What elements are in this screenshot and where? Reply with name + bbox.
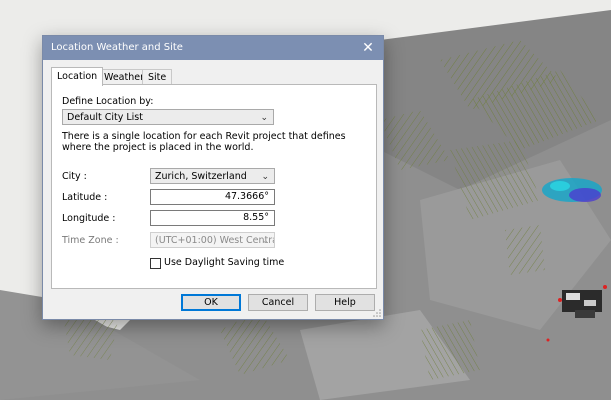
location-description: There is a single location for each Revi… — [62, 131, 346, 153]
define-location-select[interactable]: Default City List ⌄ — [62, 109, 274, 125]
daylight-saving-label[interactable]: Use Daylight Saving time — [164, 257, 284, 268]
resize-grip-icon[interactable] — [373, 309, 381, 317]
city-label: City : — [62, 171, 87, 182]
location-panel: Define Location by: Default City List ⌄ … — [51, 84, 377, 289]
location-weather-site-dialog: Location Weather and Site ✕ Location Wea… — [42, 35, 384, 320]
help-button[interactable]: Help — [315, 294, 375, 311]
longitude-field[interactable]: 8.55° — [150, 210, 275, 226]
timezone-select: (UTC+01:00) West Centra ⌄ — [150, 232, 275, 248]
chevron-down-icon: ⌄ — [261, 172, 269, 182]
define-location-label: Define Location by: — [62, 96, 154, 107]
close-icon[interactable]: ✕ — [359, 39, 377, 57]
city-select[interactable]: Zurich, Switzerland ⌄ — [150, 168, 275, 184]
latitude-field[interactable]: 47.3666° — [150, 189, 275, 205]
timezone-value: (UTC+01:00) West Centra — [155, 235, 275, 246]
dialog-title: Location Weather and Site — [51, 42, 183, 53]
define-location-value: Default City List — [67, 112, 143, 123]
cancel-button[interactable]: Cancel — [248, 294, 308, 311]
tab-site[interactable]: Site — [142, 69, 173, 85]
timezone-label: Time Zone : — [62, 235, 119, 246]
tab-location[interactable]: Location — [51, 67, 104, 86]
dialog-titlebar[interactable]: Location Weather and Site ✕ — [43, 36, 383, 60]
daylight-saving-checkbox[interactable] — [150, 258, 161, 269]
ok-button[interactable]: OK — [181, 294, 241, 311]
longitude-label: Longitude : — [62, 213, 116, 224]
latitude-label: Latitude : — [62, 192, 108, 203]
city-value: Zurich, Switzerland — [155, 171, 247, 182]
chevron-down-icon: ⌄ — [261, 236, 269, 246]
chevron-down-icon: ⌄ — [260, 113, 268, 123]
